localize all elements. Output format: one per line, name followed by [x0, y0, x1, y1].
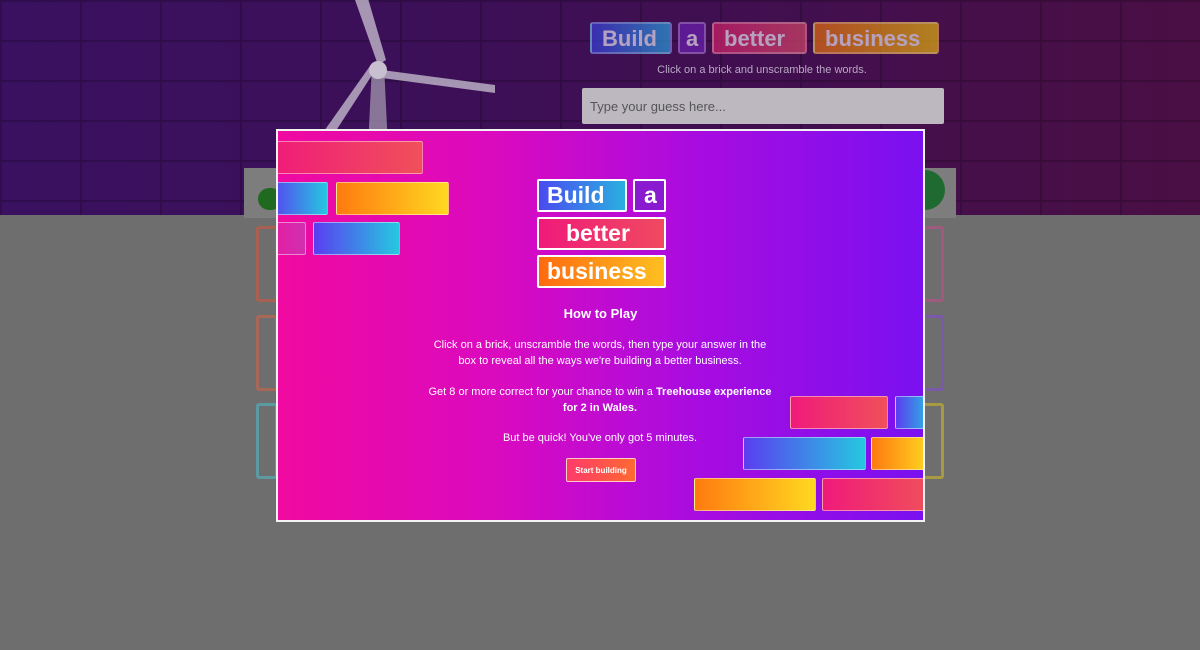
- decorative-brick: [278, 222, 306, 255]
- title-brick-business: business: [813, 22, 939, 54]
- logo-brick-better: better: [537, 217, 666, 250]
- decorative-brick: [822, 478, 923, 511]
- decorative-brick: [694, 478, 816, 511]
- start-building-button[interactable]: Start building: [566, 458, 636, 482]
- decorative-brick: [278, 141, 423, 174]
- decorative-brick: [871, 437, 923, 470]
- modal-heading: How to Play: [563, 306, 638, 321]
- decorative-brick: [278, 182, 328, 215]
- word-brick[interactable]: [256, 315, 278, 391]
- instructions-text: Click on a brick, unscramble the words, …: [433, 339, 767, 367]
- word-brick[interactable]: [922, 315, 944, 391]
- game-title: Build a better business: [590, 22, 939, 54]
- prize-text-prefix: Get 8 or more correct for your chance to…: [428, 386, 656, 398]
- title-brick-a: a: [678, 22, 706, 54]
- time-limit-text: But be quick! You've only got 5 minutes.: [502, 432, 698, 444]
- word-brick[interactable]: [922, 403, 944, 479]
- logo-brick-business: business: [537, 255, 666, 288]
- title-brick-build: Build: [590, 22, 672, 54]
- decorative-brick: [895, 396, 923, 429]
- decorative-brick: [313, 222, 400, 255]
- decorative-brick: [336, 182, 449, 215]
- how-to-play-modal: Build a better business How to Play Clic…: [276, 129, 925, 522]
- game-hint: Click on a brick and unscramble the word…: [657, 64, 867, 76]
- logo-brick-build: Build: [537, 179, 627, 212]
- prize-text: Get 8 or more correct for your chance to…: [425, 384, 775, 416]
- decorative-brick: [790, 396, 888, 429]
- logo-brick-a: a: [633, 179, 666, 212]
- word-brick[interactable]: [922, 226, 944, 302]
- word-brick[interactable]: [256, 403, 278, 479]
- guess-input[interactable]: [582, 88, 944, 124]
- title-brick-better: better: [712, 22, 807, 54]
- word-brick[interactable]: [256, 226, 278, 302]
